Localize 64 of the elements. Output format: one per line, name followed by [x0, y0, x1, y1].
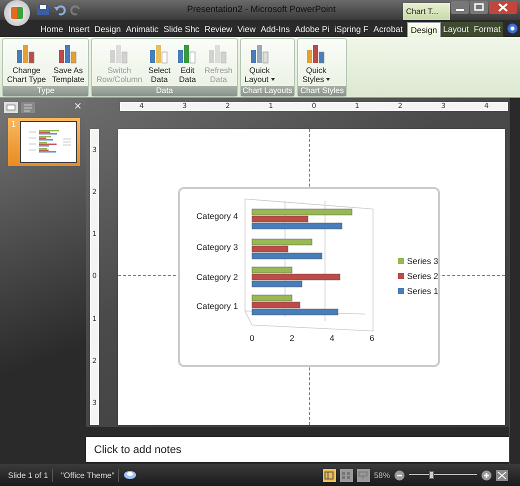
window-title: Presentation2 - Microsoft PowerPoint: [187, 4, 336, 14]
zoom-out-icon[interactable]: [394, 470, 405, 480]
office-button[interactable]: [4, 0, 30, 26]
group-label: Data: [92, 86, 236, 96]
guide-line[interactable]: [118, 275, 505, 276]
ribbon-tab[interactable]: Design: [407, 22, 441, 38]
redo-icon[interactable]: [70, 4, 82, 16]
save-icon[interactable]: [36, 4, 50, 16]
ribbon-tab[interactable]: Add-Ins: [258, 22, 292, 37]
category-label: Category 4: [196, 211, 238, 221]
group-label: Type: [3, 86, 88, 96]
ribbon-button[interactable]: Quick Layout: [242, 41, 277, 86]
group-label: Chart Layouts: [240, 86, 294, 96]
legend-label: Series 3: [407, 256, 438, 266]
slides-tab-icon[interactable]: [4, 102, 18, 112]
chart-frame[interactable]: Category 4 Category 3 Category 2 Category 1 0 2 4 6 Series 3 Series 2 Series 1: [178, 187, 440, 367]
slide-counter: Slide 1 of 1: [4, 468, 54, 482]
bar-chart-icon: [15, 42, 38, 64]
minimize-icon[interactable]: [451, 1, 469, 14]
ribbon-tab[interactable]: Layout: [440, 22, 472, 37]
legend-label: Series 1: [407, 286, 438, 296]
ribbon-tab[interactable]: Acrobat: [370, 22, 406, 37]
ribbon-tab[interactable]: Format: [471, 22, 504, 37]
close-panel-button[interactable]: ×: [74, 102, 82, 112]
ribbon-button[interactable]: Select Data: [146, 41, 172, 86]
zoom-in-icon[interactable]: [481, 470, 492, 480]
ribbon-tab[interactable]: Adobe Pi: [292, 22, 332, 37]
close-icon[interactable]: [489, 1, 517, 14]
axis-tick-label: 6: [370, 333, 374, 343]
ribbon-tab[interactable]: Insert: [66, 22, 92, 37]
chart-tools-label: Chart T...: [403, 3, 450, 20]
ribbon-tab[interactable]: Review: [202, 22, 235, 37]
group-label: Chart Styles: [298, 86, 346, 96]
legend-label: Series 2: [407, 271, 438, 281]
help-icon[interactable]: [507, 23, 518, 34]
caret-icon: [270, 78, 275, 81]
ribbon-tab[interactable]: Design: [92, 22, 124, 37]
ribbon-tab[interactable]: iSpring F: [332, 22, 371, 37]
maximize-icon[interactable]: [470, 1, 488, 14]
view-button[interactable]: [340, 468, 353, 482]
ribbon-button[interactable]: Edit Data: [174, 41, 200, 86]
undo-icon[interactable]: [54, 4, 66, 16]
caret-icon: [326, 78, 330, 81]
ribbon-tab[interactable]: Animatic: [123, 22, 162, 37]
ribbon-tab[interactable]: Slide Shc: [161, 22, 202, 37]
category-label: Category 2: [196, 272, 238, 282]
ribbon-tab[interactable]: View: [234, 22, 258, 37]
outline-tab-icon[interactable]: [21, 102, 35, 112]
ribbon-button[interactable]: Change Chart Type: [5, 41, 48, 86]
thumbnail-chart-drawing: [20, 121, 77, 163]
ribbon-button[interactable]: Save As Template: [50, 41, 86, 86]
notes-pane[interactable]: Click to add notes: [86, 437, 509, 462]
zoom-slider[interactable]: [409, 470, 477, 480]
ribbon-tab[interactable]: Home: [38, 22, 66, 37]
view-button[interactable]: [356, 468, 370, 482]
view-button[interactable]: [322, 468, 336, 482]
axis-tick-label: 2: [290, 333, 294, 343]
axis-tick-label: 0: [250, 333, 254, 343]
axis-tick-label: 4: [330, 333, 334, 343]
ribbon-button[interactable]: Quick Styles: [300, 41, 332, 86]
theme-name: "Office Theme": [57, 468, 120, 482]
category-label: Category 1: [196, 301, 238, 311]
zoom-level[interactable]: 58%: [374, 470, 390, 480]
category-label: Category 3: [196, 242, 238, 252]
